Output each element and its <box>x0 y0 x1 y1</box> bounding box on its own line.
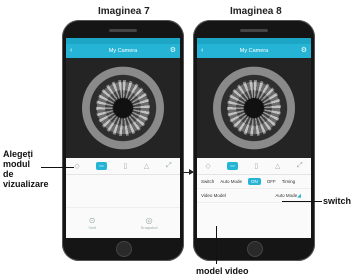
app-bar: ‹ My Camera ⚙ <box>66 44 180 58</box>
switch-label: Switch <box>201 179 215 184</box>
app-bar: ‹ My Camera ⚙ <box>197 44 311 58</box>
phone-screen: ‹ My Camera ⚙ ◇ ▭ ▯ △ ⤢ ⊙ Vizit ◎ Snapsh… <box>66 38 180 238</box>
settings-icon[interactable]: ⚙ <box>170 44 176 58</box>
home-button[interactable] <box>116 241 132 257</box>
settings-icon[interactable]: ⚙ <box>301 44 307 58</box>
switch-row: Switch Auto Mode ON OFF Timing <box>197 175 311 189</box>
view-mode-icon-5[interactable]: ⤢ <box>297 162 303 170</box>
video-model-label: Video Model <box>201 193 226 198</box>
video-model-annotation: model video <box>196 266 249 276</box>
visit-label: Vizit <box>88 225 96 230</box>
view-mode-selected[interactable]: ▭ <box>227 162 238 170</box>
timing-button[interactable]: Timing <box>282 179 295 184</box>
camera-icon: ◎ <box>145 216 153 225</box>
dropdown-triangle-icon[interactable]: ◢ <box>297 193 301 199</box>
switch-annotation: switch <box>323 196 352 206</box>
app-title: My Camera <box>108 48 138 54</box>
back-icon[interactable]: ‹ <box>70 44 72 58</box>
snapshot-button[interactable]: ◎ Snapshot <box>141 216 158 230</box>
video-icon: ⊙ <box>88 216 96 225</box>
image-7-title: Imaginea 7 <box>98 6 150 17</box>
view-mode-icon-4[interactable]: △ <box>144 162 149 170</box>
view-mode-icon-3[interactable]: ▯ <box>254 162 258 170</box>
choose-view-mode-annotation: Alegeți modul de vizualizare <box>3 149 49 189</box>
view-mode-icon-4[interactable]: △ <box>275 162 280 170</box>
bottom-bar: ⊙ Vizit ◎ Snapshot <box>66 207 180 238</box>
annotation-line-1: Alegeți <box>3 149 34 159</box>
speaker <box>109 29 137 32</box>
view-mode-bar: ◇ ▭ ▯ △ ⤢ <box>197 158 311 175</box>
annotation-line-4: vizualizare <box>3 179 49 189</box>
off-toggle[interactable]: OFF <box>267 179 276 184</box>
right-arrow-icon <box>183 169 194 175</box>
phone-screen: ‹ My Camera ⚙ ◇ ▭ ▯ △ ⤢ Switch Auto Mode… <box>197 38 311 238</box>
annotation-pointer-switch <box>282 201 322 202</box>
annotation-line-3: de <box>3 169 14 179</box>
app-title: My Camera <box>239 48 269 54</box>
visit-button[interactable]: ⊙ Vizit <box>88 216 95 230</box>
auto-mode-label: Auto Mode <box>220 179 243 184</box>
image-8-title: Imaginea 8 <box>230 6 282 17</box>
speaker <box>240 29 268 32</box>
phone-image-8: ‹ My Camera ⚙ ◇ ▭ ▯ △ ⤢ Switch Auto Mode… <box>193 20 315 261</box>
annotation-pointer-model <box>216 226 217 264</box>
fisheye-center <box>113 98 133 118</box>
fisheye-video-view[interactable] <box>66 58 180 158</box>
view-mode-icon-5[interactable]: ⤢ <box>166 162 172 170</box>
view-mode-bar: ◇ ▭ ▯ △ ⤢ <box>66 158 180 175</box>
view-mode-icon-3[interactable]: ▯ <box>123 162 127 170</box>
snapshot-label: Snapshot <box>140 225 158 230</box>
fisheye-center <box>244 98 264 118</box>
annotation-pointer-left <box>41 167 74 168</box>
home-button[interactable] <box>247 241 263 257</box>
view-mode-icon-1[interactable]: ◇ <box>74 162 79 170</box>
view-mode-selected[interactable]: ▭ <box>96 162 107 170</box>
back-icon[interactable]: ‹ <box>201 44 203 58</box>
on-toggle[interactable]: ON <box>248 178 261 185</box>
phone-image-7: ‹ My Camera ⚙ ◇ ▭ ▯ △ ⤢ ⊙ Vizit ◎ Snapsh… <box>62 20 184 261</box>
video-model-select[interactable]: Auto Mode <box>275 193 297 198</box>
view-mode-icon-1[interactable]: ◇ <box>205 162 210 170</box>
fisheye-video-view[interactable] <box>197 58 311 158</box>
